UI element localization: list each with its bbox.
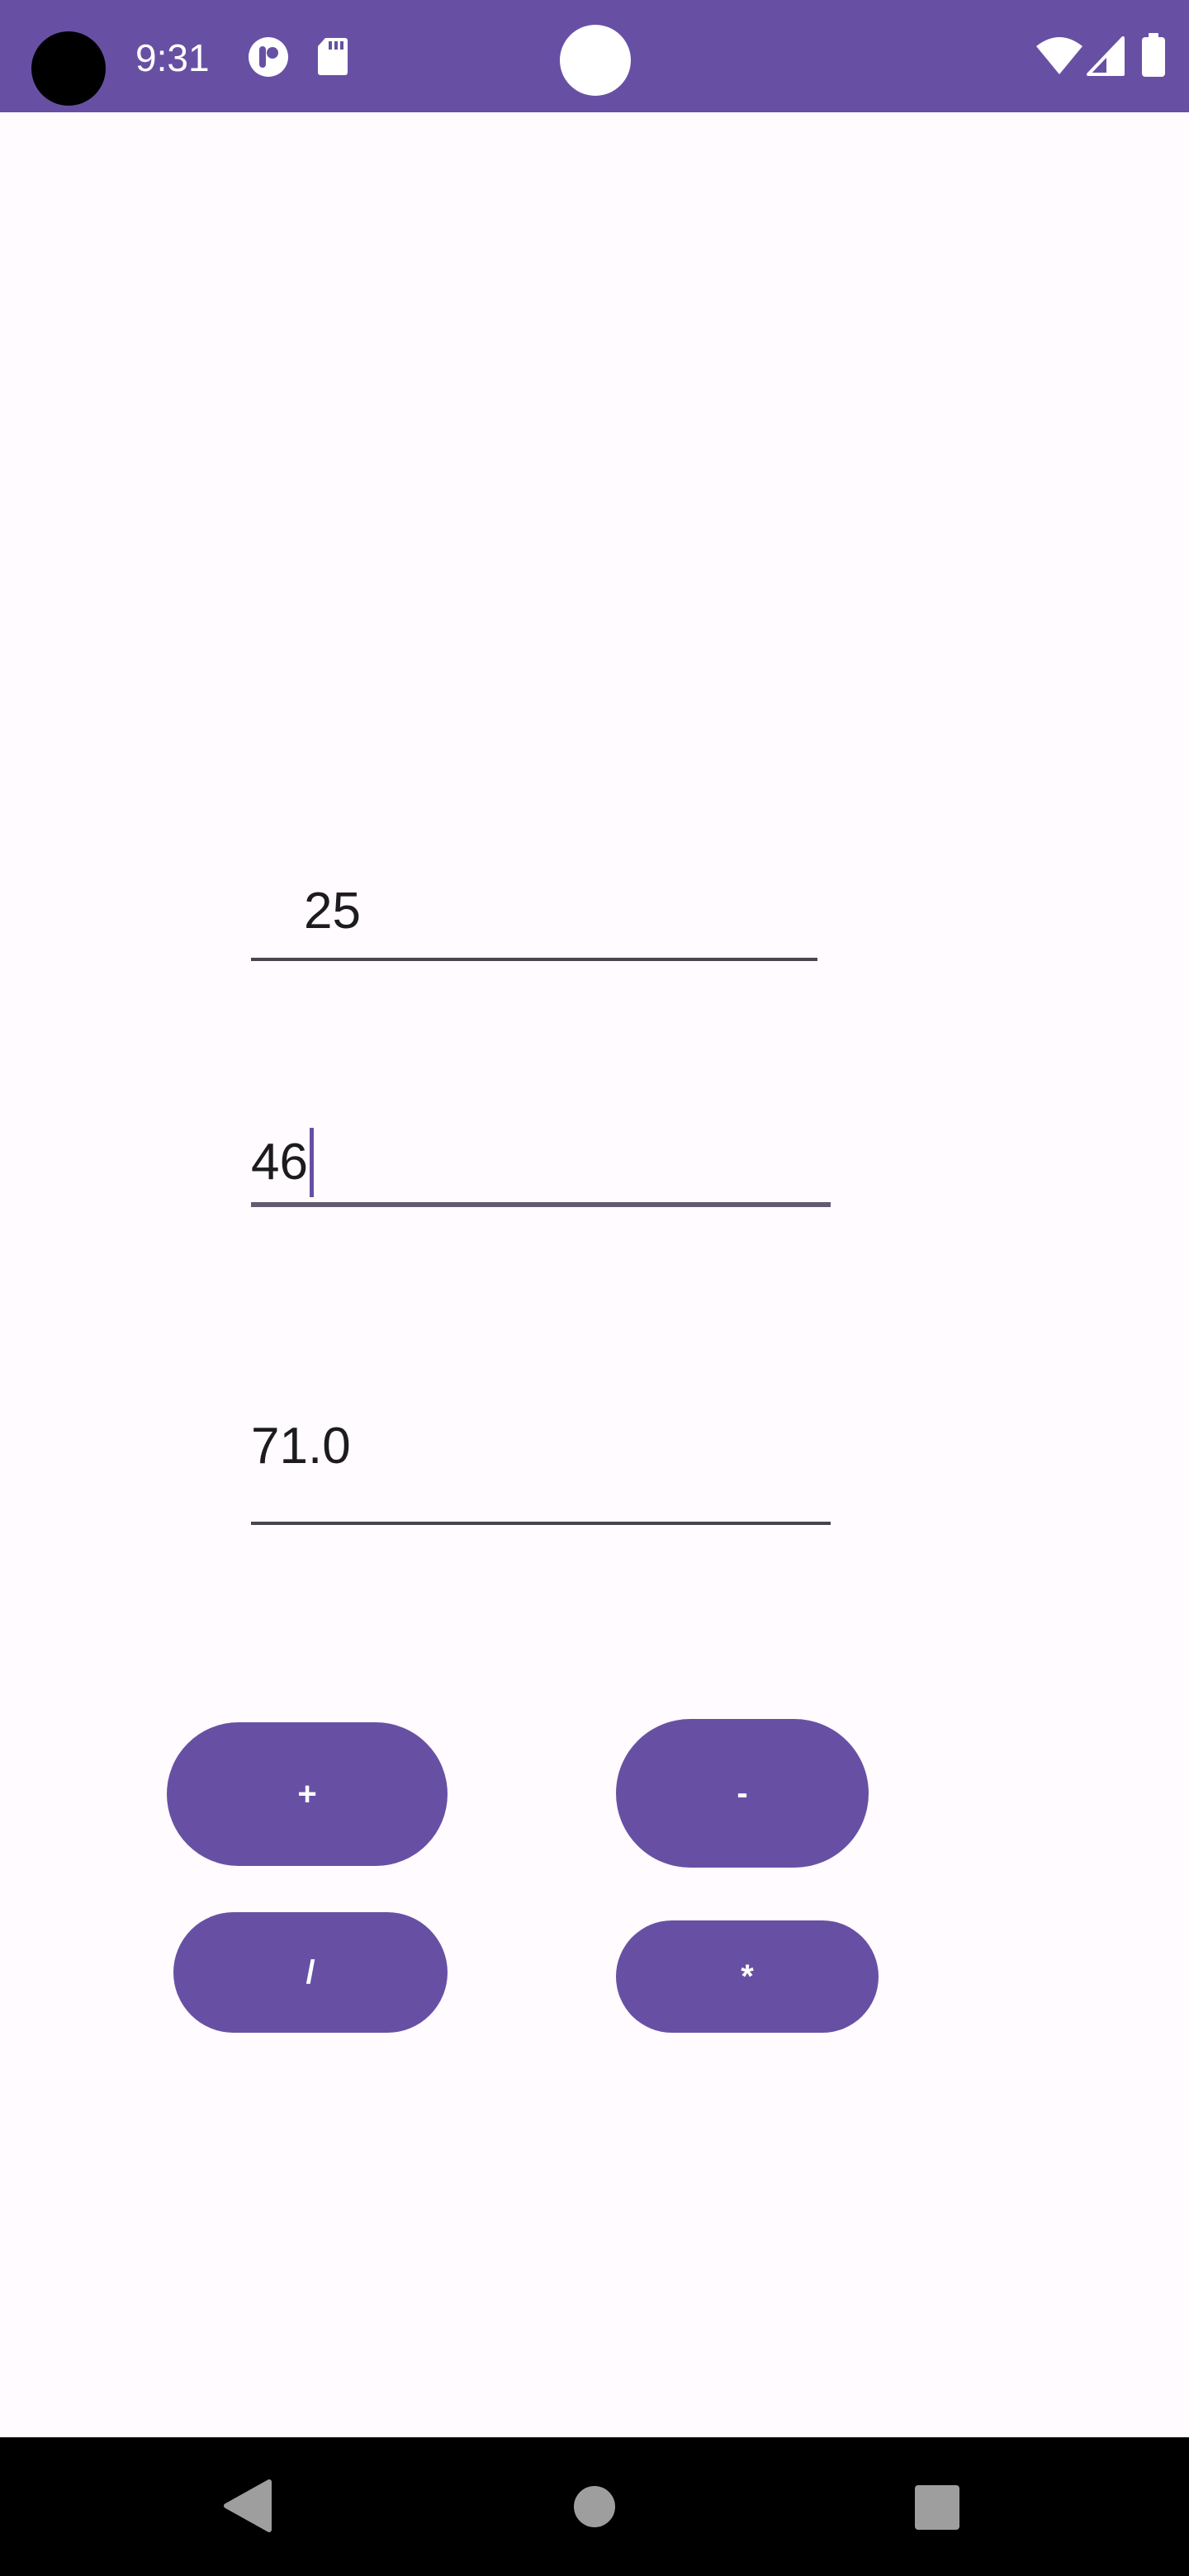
result-field[interactable]: 71.0	[251, 1413, 351, 1480]
wifi-icon	[1035, 36, 1083, 80]
multiply-button-label: *	[741, 1958, 754, 1995]
first-number-underline	[251, 958, 817, 961]
first-number-value: 25	[304, 883, 361, 940]
second-number-value: 46	[251, 1134, 308, 1191]
pocket-casts-icon	[246, 35, 291, 83]
status-time: 9:31	[135, 36, 210, 79]
subtract-button[interactable]: -	[616, 1719, 869, 1868]
divide-button[interactable]: /	[173, 1912, 448, 2033]
back-icon[interactable]	[223, 2479, 272, 2537]
calculator-screen: 9:31 25 46 71.0 + - / *	[0, 0, 1189, 2576]
battery-icon	[1141, 33, 1166, 82]
add-button[interactable]: +	[167, 1722, 448, 1866]
divide-button-label: /	[306, 1953, 315, 1991]
result-underline	[251, 1522, 831, 1525]
subtract-button-label: -	[737, 1774, 748, 1811]
notification-dot	[560, 25, 631, 96]
navigation-bar	[0, 2437, 1189, 2576]
second-number-input[interactable]: 46	[251, 1128, 314, 1197]
camera-cutout	[31, 31, 106, 106]
add-button-label: +	[297, 1775, 317, 1812]
sd-card-icon	[317, 36, 348, 80]
status-bar: 9:31	[0, 0, 1189, 112]
recents-icon[interactable]	[915, 2485, 959, 2534]
text-cursor	[309, 1128, 314, 1197]
home-icon[interactable]	[573, 2485, 616, 2532]
multiply-button[interactable]: *	[616, 1920, 879, 2033]
result-value: 71.0	[251, 1418, 351, 1475]
second-number-underline	[251, 1202, 831, 1207]
cellular-signal-icon	[1087, 36, 1125, 80]
first-number-input[interactable]: 25	[304, 878, 361, 945]
